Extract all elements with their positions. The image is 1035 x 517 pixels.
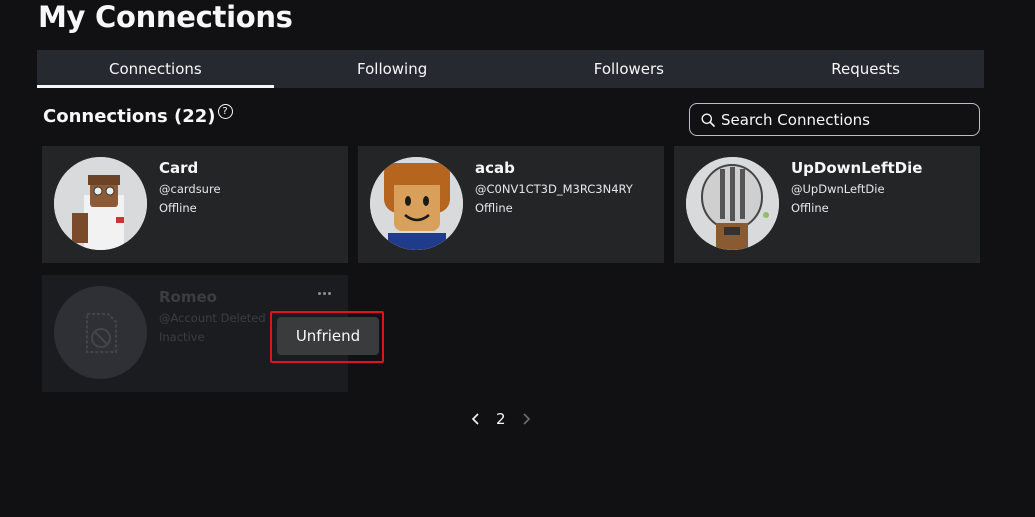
connection-card-updownleftdie[interactable]: UpDownLeftDie @UpDwnLeftDie Offline <box>674 146 980 263</box>
question-circle-icon[interactable]: ? <box>217 104 233 119</box>
blocked-file-icon <box>86 313 117 353</box>
page-title: My Connections <box>38 0 293 34</box>
connection-handle: @C0NV1CT3D_M3RC3N4RY <box>475 182 633 196</box>
avatar <box>54 286 147 379</box>
more-options-icon[interactable] <box>318 292 331 295</box>
search-box[interactable] <box>689 103 980 136</box>
connection-status: Offline <box>159 201 197 215</box>
avatar[interactable] <box>370 157 463 250</box>
connection-status: Inactive <box>159 330 205 344</box>
chevron-left-icon[interactable] <box>470 412 482 426</box>
connection-handle: @UpDwnLeftDie <box>791 182 885 196</box>
connection-card-acab[interactable]: acab @C0NV1CT3D_M3RC3N4RY Offline <box>358 146 664 263</box>
avatar[interactable] <box>686 157 779 250</box>
connection-name: Romeo <box>159 288 217 306</box>
connection-name[interactable]: acab <box>475 159 515 177</box>
search-icon <box>701 113 715 127</box>
tab-requests[interactable]: Requests <box>747 50 984 88</box>
connection-name[interactable]: Card <box>159 159 198 177</box>
search-input[interactable] <box>719 109 963 130</box>
tab-following[interactable]: Following <box>274 50 511 88</box>
connection-handle: @Account Deleted <box>159 311 266 325</box>
unfriend-button[interactable]: Unfriend <box>277 317 379 355</box>
connection-card-card[interactable]: Card @cardsure Offline <box>42 146 348 263</box>
connection-status: Offline <box>475 201 513 215</box>
pagination: 2 <box>470 406 532 432</box>
current-page-number: 2 <box>496 410 506 428</box>
section-title: Connections (22) ? <box>43 104 233 127</box>
tab-connections[interactable]: Connections <box>37 50 274 88</box>
section-title-text: Connections (22) <box>43 106 216 127</box>
tab-followers[interactable]: Followers <box>511 50 748 88</box>
connection-name[interactable]: UpDownLeftDie <box>791 159 922 177</box>
connection-status: Offline <box>791 201 829 215</box>
tab-bar: Connections Following Followers Requests <box>37 50 984 88</box>
avatar[interactable] <box>54 157 147 250</box>
connection-handle: @cardsure <box>159 182 221 196</box>
chevron-right-icon[interactable] <box>520 412 532 426</box>
